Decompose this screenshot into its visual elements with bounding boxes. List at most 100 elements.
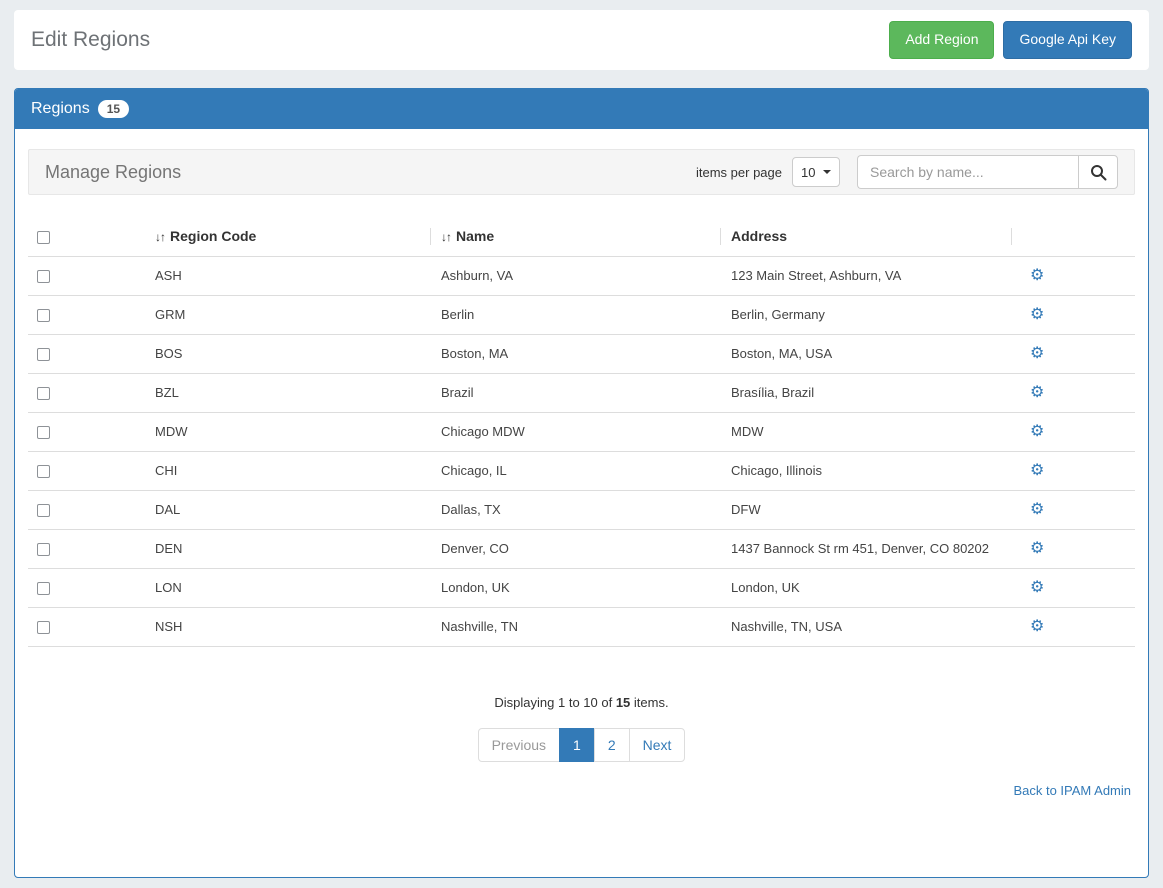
row-checkbox[interactable] <box>37 309 50 322</box>
toolbar-controls: items per page 10 <box>696 155 1118 189</box>
row-select-cell <box>28 295 145 334</box>
pagination-previous[interactable]: Previous <box>478 728 560 762</box>
region-address-cell: Nashville, TN, USA <box>721 607 1012 646</box>
row-select-cell <box>28 529 145 568</box>
back-to-ipam-admin-link[interactable]: Back to IPAM Admin <box>1013 783 1131 798</box>
row-checkbox[interactable] <box>37 348 50 361</box>
region-name-cell: Denver, CO <box>431 529 721 568</box>
sort-icon[interactable]: ↓↑ <box>155 230 165 244</box>
region-name-cell: Ashburn, VA <box>431 256 721 295</box>
region-address-cell: Brasília, Brazil <box>721 373 1012 412</box>
gear-icon[interactable]: ⚙ <box>1030 462 1044 479</box>
gear-icon[interactable]: ⚙ <box>1030 384 1044 401</box>
row-actions-cell: ⚙ <box>1012 373 1135 412</box>
regions-panel-body: Manage Regions items per page 10 <box>15 129 1148 820</box>
table-row: DEN Denver, CO 1437 Bannock St rm 451, D… <box>28 529 1135 568</box>
back-row: Back to IPAM Admin <box>28 782 1135 800</box>
page-header-card: Edit Regions Add Region Google Api Key <box>14 10 1149 70</box>
region-name-cell: Dallas, TX <box>431 490 721 529</box>
row-actions-cell: ⚙ <box>1012 490 1135 529</box>
search-icon <box>1090 164 1107 181</box>
row-checkbox[interactable] <box>37 270 50 283</box>
row-actions-cell: ⚙ <box>1012 607 1135 646</box>
header-actions: Add Region Google Api Key <box>889 21 1132 59</box>
pagination-page-1[interactable]: 1 <box>559 728 595 762</box>
region-address-cell: London, UK <box>721 568 1012 607</box>
row-select-cell <box>28 451 145 490</box>
manage-regions-toolbar: Manage Regions items per page 10 <box>28 149 1135 195</box>
column-header-address: Address <box>721 216 1012 256</box>
regions-panel-heading: Regions 15 <box>15 89 1148 129</box>
gear-icon[interactable]: ⚙ <box>1030 579 1044 596</box>
search-group <box>857 155 1118 189</box>
row-select-cell <box>28 256 145 295</box>
regions-panel: Regions 15 Manage Regions items per page… <box>14 88 1149 878</box>
region-name-cell: Brazil <box>431 373 721 412</box>
table-row: GRM Berlin Berlin, Germany ⚙ <box>28 295 1135 334</box>
row-actions-cell: ⚙ <box>1012 451 1135 490</box>
pagination: Previous 1 2 Next <box>478 728 686 762</box>
select-all-checkbox[interactable] <box>37 231 50 244</box>
row-checkbox[interactable] <box>37 582 50 595</box>
gear-icon[interactable]: ⚙ <box>1030 306 1044 323</box>
sort-icon[interactable]: ↓↑ <box>441 230 451 244</box>
region-address-cell: MDW <box>721 412 1012 451</box>
row-select-cell <box>28 373 145 412</box>
row-checkbox[interactable] <box>37 621 50 634</box>
region-code-cell: ASH <box>145 256 431 295</box>
row-actions-cell: ⚙ <box>1012 412 1135 451</box>
add-region-button[interactable]: Add Region <box>889 21 994 59</box>
region-address-cell: 1437 Bannock St rm 451, Denver, CO 80202 <box>721 529 1012 568</box>
page-title: Edit Regions <box>31 28 150 52</box>
row-select-cell <box>28 490 145 529</box>
table-row: NSH Nashville, TN Nashville, TN, USA ⚙ <box>28 607 1135 646</box>
region-code-cell: DEN <box>145 529 431 568</box>
toolbar-title: Manage Regions <box>45 162 181 183</box>
search-input[interactable] <box>857 155 1078 189</box>
row-actions-cell: ⚙ <box>1012 568 1135 607</box>
column-header-region-code[interactable]: ↓↑Region Code <box>145 216 431 256</box>
region-address-cell: 123 Main Street, Ashburn, VA <box>721 256 1012 295</box>
region-code-cell: CHI <box>145 451 431 490</box>
row-checkbox[interactable] <box>37 543 50 556</box>
row-actions-cell: ⚙ <box>1012 529 1135 568</box>
region-name-cell: London, UK <box>431 568 721 607</box>
google-api-key-button[interactable]: Google Api Key <box>1003 21 1132 59</box>
table-body: ASH Ashburn, VA 123 Main Street, Ashburn… <box>28 256 1135 646</box>
gear-icon[interactable]: ⚙ <box>1030 423 1044 440</box>
table-row: DAL Dallas, TX DFW ⚙ <box>28 490 1135 529</box>
select-all-header-cell <box>28 216 145 256</box>
region-code-cell: BZL <box>145 373 431 412</box>
region-address-cell: Berlin, Germany <box>721 295 1012 334</box>
search-button[interactable] <box>1078 155 1118 189</box>
gear-icon[interactable]: ⚙ <box>1030 501 1044 518</box>
page-size-dropdown[interactable]: 10 <box>792 157 840 187</box>
row-checkbox[interactable] <box>37 426 50 439</box>
regions-table: ↓↑Region Code ↓↑Name Address ASH Ashb <box>28 216 1135 647</box>
table-row: BZL Brazil Brasília, Brazil ⚙ <box>28 373 1135 412</box>
gear-icon[interactable]: ⚙ <box>1030 540 1044 557</box>
column-header-name[interactable]: ↓↑Name <box>431 216 721 256</box>
region-name-cell: Nashville, TN <box>431 607 721 646</box>
region-name-cell: Chicago MDW <box>431 412 721 451</box>
region-address-cell: DFW <box>721 490 1012 529</box>
region-code-cell: NSH <box>145 607 431 646</box>
row-checkbox[interactable] <box>37 504 50 517</box>
gear-icon[interactable]: ⚙ <box>1030 345 1044 362</box>
row-actions-cell: ⚙ <box>1012 295 1135 334</box>
gear-icon[interactable]: ⚙ <box>1030 618 1044 635</box>
row-checkbox[interactable] <box>37 387 50 400</box>
table-row: LON London, UK London, UK ⚙ <box>28 568 1135 607</box>
row-select-cell <box>28 607 145 646</box>
pagination-wrap: Previous 1 2 Next <box>28 728 1135 762</box>
region-code-cell: LON <box>145 568 431 607</box>
row-select-cell <box>28 334 145 373</box>
pagination-next[interactable]: Next <box>629 728 686 762</box>
page-size-value: 10 <box>801 165 815 180</box>
region-code-cell: GRM <box>145 295 431 334</box>
row-select-cell <box>28 568 145 607</box>
gear-icon[interactable]: ⚙ <box>1030 267 1044 284</box>
table-row: CHI Chicago, IL Chicago, Illinois ⚙ <box>28 451 1135 490</box>
row-checkbox[interactable] <box>37 465 50 478</box>
pagination-page-2[interactable]: 2 <box>594 728 630 762</box>
